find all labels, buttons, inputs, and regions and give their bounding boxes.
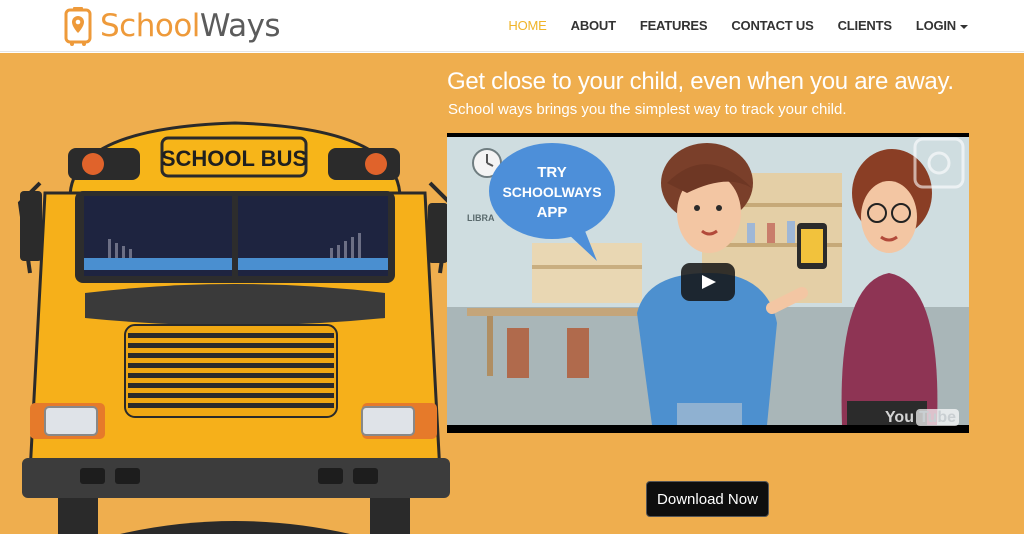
brand-name-part1: School (100, 7, 200, 44)
nav-item-home: HOME (508, 17, 546, 35)
wall-text: LIBRA (467, 213, 495, 223)
login-label: LOGIN (915, 18, 956, 33)
youtube-logo-tube: Tube (915, 409, 959, 426)
bubble-line-2: SCHOOLWAYS (502, 184, 601, 200)
play-button[interactable] (681, 263, 735, 301)
nav-link-about[interactable]: ABOUT (571, 18, 616, 33)
main-nav: HOME ABOUT FEATURES CONTACT US CLIENTS L… (484, 0, 968, 52)
nav-link-features[interactable]: FEATURES (640, 18, 708, 33)
nav-item-contact: CONTACT US (731, 17, 813, 35)
brand-name-part2: Ways (199, 7, 281, 44)
video-player[interactable]: LIBRA TRY SCHOOLWAYS APP You Tube (447, 133, 969, 433)
hero-section: SCHOOL BUS Get close to your child, even… (0, 53, 1024, 534)
nav-link-contact-us[interactable]: CONTACT US (731, 18, 813, 33)
hero-title: Get close to your child, even when you a… (447, 68, 954, 95)
youtube-logo[interactable]: You Tube (885, 409, 959, 427)
youtube-logo-you: You (884, 409, 914, 426)
nav-link-clients[interactable]: CLIENTS (838, 18, 892, 33)
school-bus-image: SCHOOL BUS (17, 121, 453, 534)
nav-link-login-dropdown[interactable]: LOGIN (916, 18, 968, 33)
caret-down-icon (960, 24, 968, 29)
map-pin-phone-icon (64, 7, 92, 46)
top-navbar: SchoolWays HOME ABOUT FEATURES CONTACT U… (0, 0, 1024, 52)
brand-logo-link[interactable]: SchoolWays (60, 4, 281, 48)
nav-item-about: ABOUT (571, 17, 616, 35)
bubble-line-3: APP (537, 204, 568, 221)
nav-item-clients: CLIENTS (838, 17, 892, 35)
nav-link-home[interactable]: HOME (508, 18, 546, 33)
school-bus-illustration: SCHOOL BUS (0, 53, 470, 534)
nav-item-features: FEATURES (640, 17, 708, 35)
hero-subtitle: School ways brings you the simplest way … (448, 101, 847, 118)
bubble-line-1: TRY (537, 164, 566, 181)
download-now-button[interactable]: Download Now (646, 481, 769, 517)
nav-item-login: LOGIN (916, 17, 968, 35)
bus-sign-text: SCHOOL BUS (161, 146, 307, 171)
brand-name: SchoolWays (100, 7, 281, 44)
